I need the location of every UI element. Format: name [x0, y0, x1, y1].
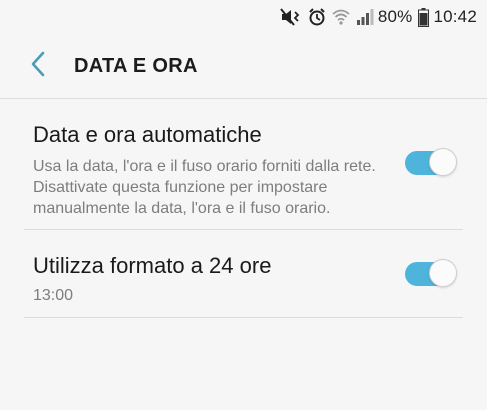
24-hour-format-toggle[interactable] — [403, 259, 457, 288]
setting-24-hour-format[interactable]: Utilizza formato a 24 ore 13:00 — [33, 253, 457, 308]
automatic-date-time-toggle[interactable] — [403, 148, 457, 177]
toggle-knob — [429, 259, 457, 287]
battery-icon — [418, 7, 430, 27]
setting-title: Data e ora automatiche — [33, 122, 262, 147]
status-bar: 80% 10:42 — [0, 0, 487, 34]
alarm-icon — [308, 8, 326, 26]
header-divider — [0, 98, 487, 99]
setting-description: 13:00 — [33, 287, 74, 304]
list-divider — [24, 229, 463, 230]
mute-vibrate-icon — [280, 8, 302, 26]
battery-percent: 80% — [377, 7, 413, 26]
chevron-left-icon — [30, 51, 46, 82]
list-divider — [24, 317, 463, 318]
wifi-icon — [332, 8, 350, 26]
setting-description: Usa la data, l'ora e il fuso orario forn… — [33, 158, 376, 217]
app-bar: DATA E ORA — [0, 34, 487, 98]
clock: 10:42 — [433, 7, 477, 26]
signal-icon — [356, 8, 374, 26]
back-button[interactable] — [18, 46, 58, 86]
setting-title: Utilizza formato a 24 ore — [33, 253, 272, 278]
toggle-knob — [429, 148, 457, 176]
page-title: DATA E ORA — [74, 54, 198, 77]
setting-automatic-date-time[interactable]: Data e ora automatiche Usa la data, l'or… — [33, 122, 457, 222]
